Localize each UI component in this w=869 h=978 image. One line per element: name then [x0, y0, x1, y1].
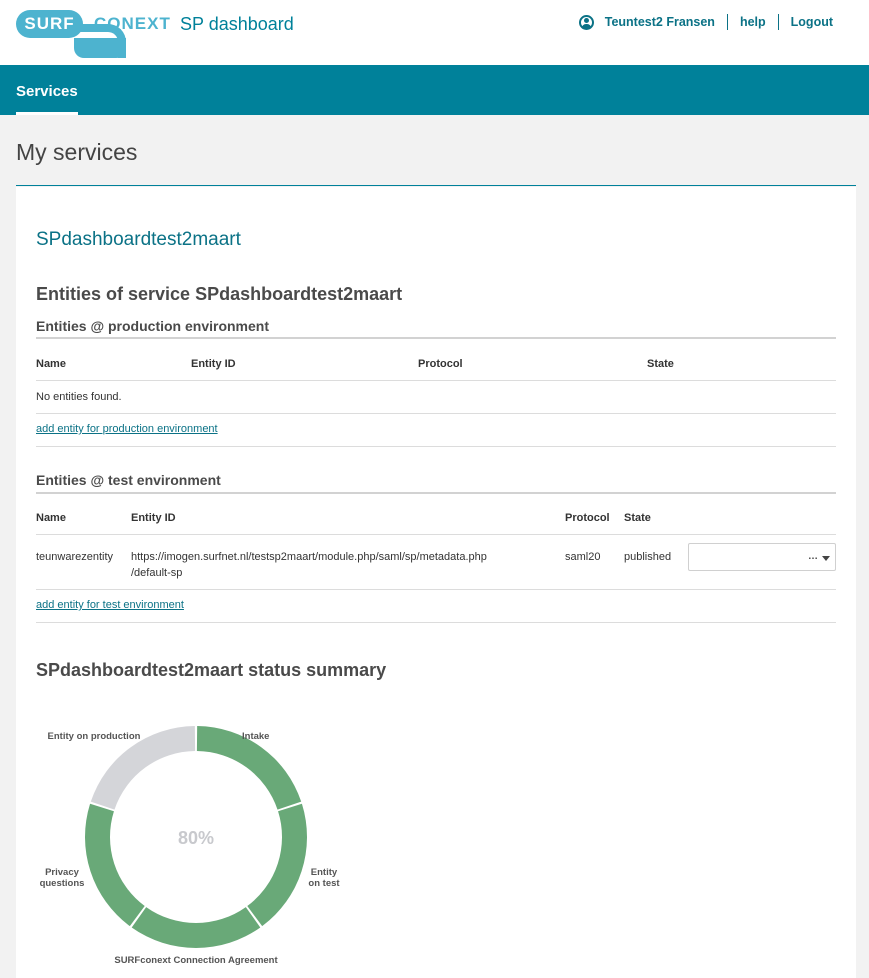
service-card: SPdashboardtest2maart Entities of servic… — [16, 187, 856, 978]
page-title: My services — [16, 139, 138, 165]
chart-label-intake: Intake — [242, 731, 270, 742]
status-summary-heading: SPdashboardtest2maart status summary — [36, 660, 387, 680]
donut-segment — [247, 803, 307, 927]
user-name-link[interactable]: Teuntest2 Fransen — [605, 15, 715, 29]
test-heading-rule — [36, 492, 836, 494]
table-rule — [36, 589, 836, 590]
chart-label-entity-on-test: Entity on test — [308, 867, 340, 889]
nav-separator — [726, 14, 728, 30]
add-production-entity-link[interactable]: add entity for production environment — [36, 423, 218, 435]
production-heading: Entities @ production environment — [36, 318, 269, 334]
app-title: SP dashboard — [180, 14, 294, 34]
chevron-down-icon — [822, 556, 830, 561]
service-name-link[interactable]: SPdashboardtest2maart — [36, 229, 241, 251]
col-name: Name — [36, 358, 66, 370]
main-navbar: Services — [0, 65, 869, 115]
logo-tail-shape — [74, 38, 126, 58]
more-icon: … — [808, 551, 818, 562]
donut-center-label: 80% — [178, 828, 214, 848]
table-rule — [36, 413, 836, 414]
header: SURF CONEXT SP dashboard Teuntest2 Frans… — [0, 0, 869, 65]
status-donut-chart: 80% Intake Entity on test SURFconext Con… — [36, 707, 356, 977]
entity-protocol: saml20 — [565, 551, 601, 563]
chart-label-connection-agreement: SURFconext Connection Agreement — [114, 955, 278, 966]
surfconext-logo[interactable]: SURF CONEXT — [16, 10, 171, 58]
entity-id-line: https://imogen.surfnet.nl/testsp2maart/m… — [131, 551, 487, 563]
chart-label-privacy-questions: Privacy questions — [39, 867, 85, 889]
help-link[interactable]: help — [740, 15, 766, 29]
col-protocol: Protocol — [418, 358, 463, 370]
donut-segment — [131, 907, 261, 948]
col-entity-id: Entity ID — [191, 358, 236, 370]
user-navigation: Teuntest2 Fransen help Logout — [578, 14, 833, 30]
table-rule — [36, 446, 836, 447]
col-name: Name — [36, 512, 66, 524]
entity-actions-select[interactable]: … — [688, 543, 836, 571]
donut-segment — [85, 803, 145, 927]
col-entity-id: Entity ID — [131, 512, 176, 524]
col-state: State — [624, 512, 651, 524]
logo-surf-text: SURF — [16, 10, 83, 38]
test-heading: Entities @ test environment — [36, 472, 221, 488]
chart-label-entity-on-production: Entity on production — [47, 731, 141, 742]
entity-id-line: /default-sp — [131, 567, 183, 579]
tab-services[interactable]: Services — [16, 65, 78, 115]
entities-heading: Entities of service SPdashboardtest2maar… — [36, 284, 403, 304]
nav-separator — [777, 14, 779, 30]
logout-link[interactable]: Logout — [791, 15, 833, 29]
entity-name: teunwarezentity — [36, 551, 114, 563]
logo-conext-text: CONEXT — [94, 14, 171, 33]
user-icon — [578, 14, 594, 30]
entity-state: published — [624, 551, 672, 563]
col-protocol: Protocol — [565, 512, 610, 524]
entity-id: https://imogen.surfnet.nl/testsp2maart/m… — [131, 549, 487, 581]
donut-svg: 80% — [85, 726, 307, 948]
table-rule — [36, 380, 836, 381]
add-test-entity-link[interactable]: add entity for test environment — [36, 599, 184, 611]
title-divider — [16, 185, 856, 186]
production-heading-rule — [36, 337, 836, 339]
col-state: State — [647, 358, 674, 370]
table-rule — [36, 534, 836, 535]
empty-state-text: No entities found. — [36, 391, 122, 403]
table-rule — [36, 622, 836, 623]
